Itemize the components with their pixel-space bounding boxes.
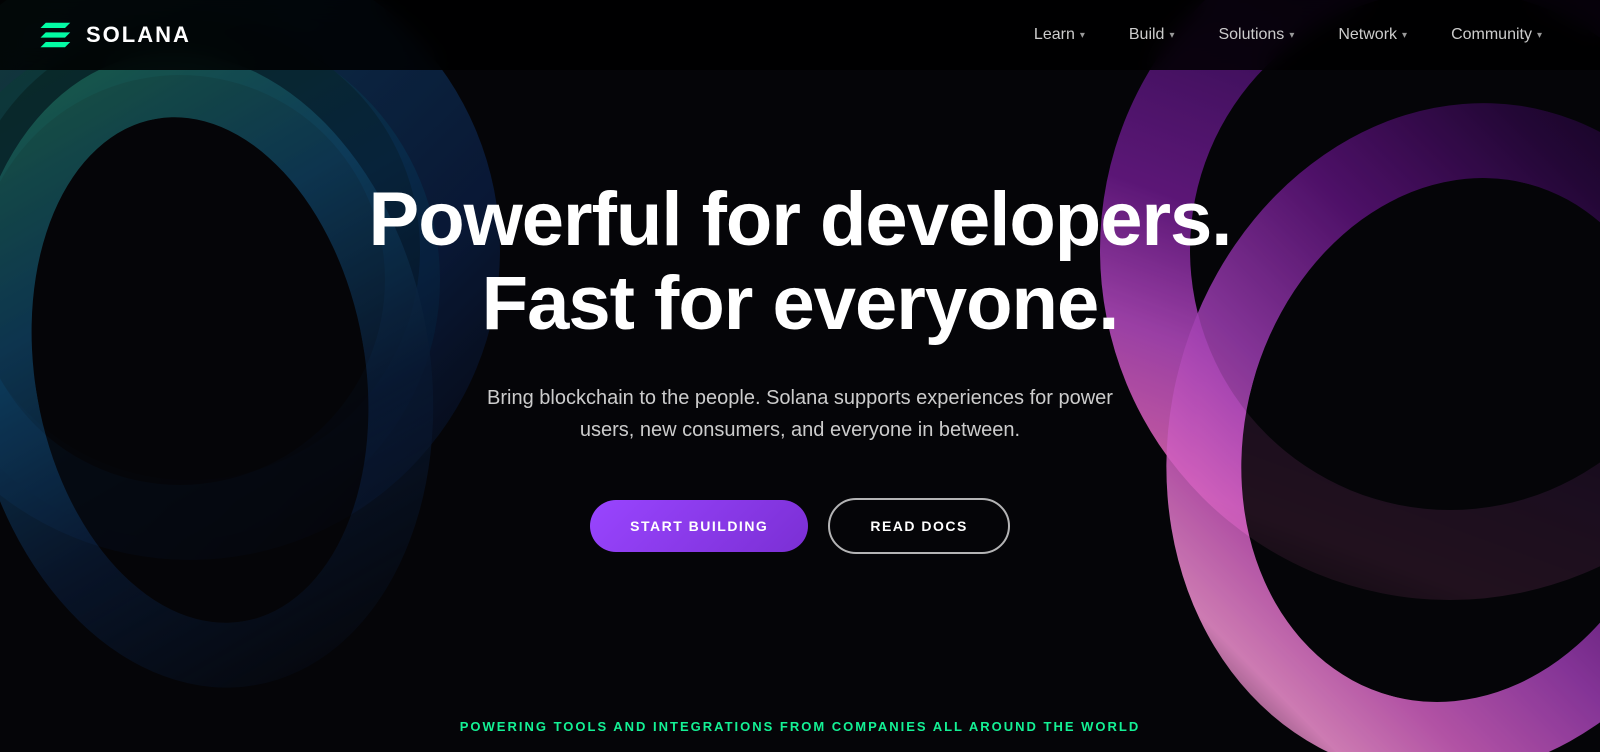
hero-title-line2: Fast for everyone. <box>482 261 1119 346</box>
nav-item-network[interactable]: Network ▾ <box>1320 18 1425 52</box>
nav-label-network: Network <box>1338 26 1397 44</box>
hero-content: Powerful for developers. Fast for everyo… <box>369 178 1232 613</box>
hero-section: Powerful for developers. Fast for everyo… <box>0 0 1600 752</box>
nav-item-solutions[interactable]: Solutions ▾ <box>1200 18 1312 52</box>
nav-item-community[interactable]: Community ▾ <box>1433 18 1560 52</box>
nav-label-solutions: Solutions <box>1218 26 1284 44</box>
logo-text: SOLANA <box>86 22 191 48</box>
chevron-down-icon: ▾ <box>1537 30 1542 41</box>
hero-title: Powerful for developers. Fast for everyo… <box>369 178 1232 345</box>
hero-footer-text: POWERING TOOLS AND INTEGRATIONS FROM COM… <box>460 719 1140 734</box>
nav-label-learn: Learn <box>1034 26 1075 44</box>
solana-logo-icon <box>40 21 76 49</box>
nav-label-community: Community <box>1451 26 1532 44</box>
start-building-button[interactable]: START BUILDING <box>590 500 808 552</box>
chevron-down-icon: ▾ <box>1289 30 1294 41</box>
nav-links: Learn ▾ Build ▾ Solutions ▾ Network ▾ Co… <box>1016 18 1560 52</box>
hero-buttons: START BUILDING READ DOCS <box>369 498 1232 554</box>
navbar: SOLANA Learn ▾ Build ▾ Solutions ▾ Netwo… <box>0 0 1600 70</box>
read-docs-button[interactable]: READ DOCS <box>828 498 1010 554</box>
chevron-down-icon: ▾ <box>1169 30 1174 41</box>
nav-item-learn[interactable]: Learn ▾ <box>1016 18 1103 52</box>
nav-item-build[interactable]: Build ▾ <box>1111 18 1193 52</box>
chevron-down-icon: ▾ <box>1402 30 1407 41</box>
logo[interactable]: SOLANA <box>40 21 191 49</box>
hero-subtitle: Bring blockchain to the people. Solana s… <box>480 382 1120 446</box>
chevron-down-icon: ▾ <box>1080 30 1085 41</box>
nav-label-build: Build <box>1129 26 1165 44</box>
hero-title-line1: Powerful for developers. <box>369 177 1232 262</box>
